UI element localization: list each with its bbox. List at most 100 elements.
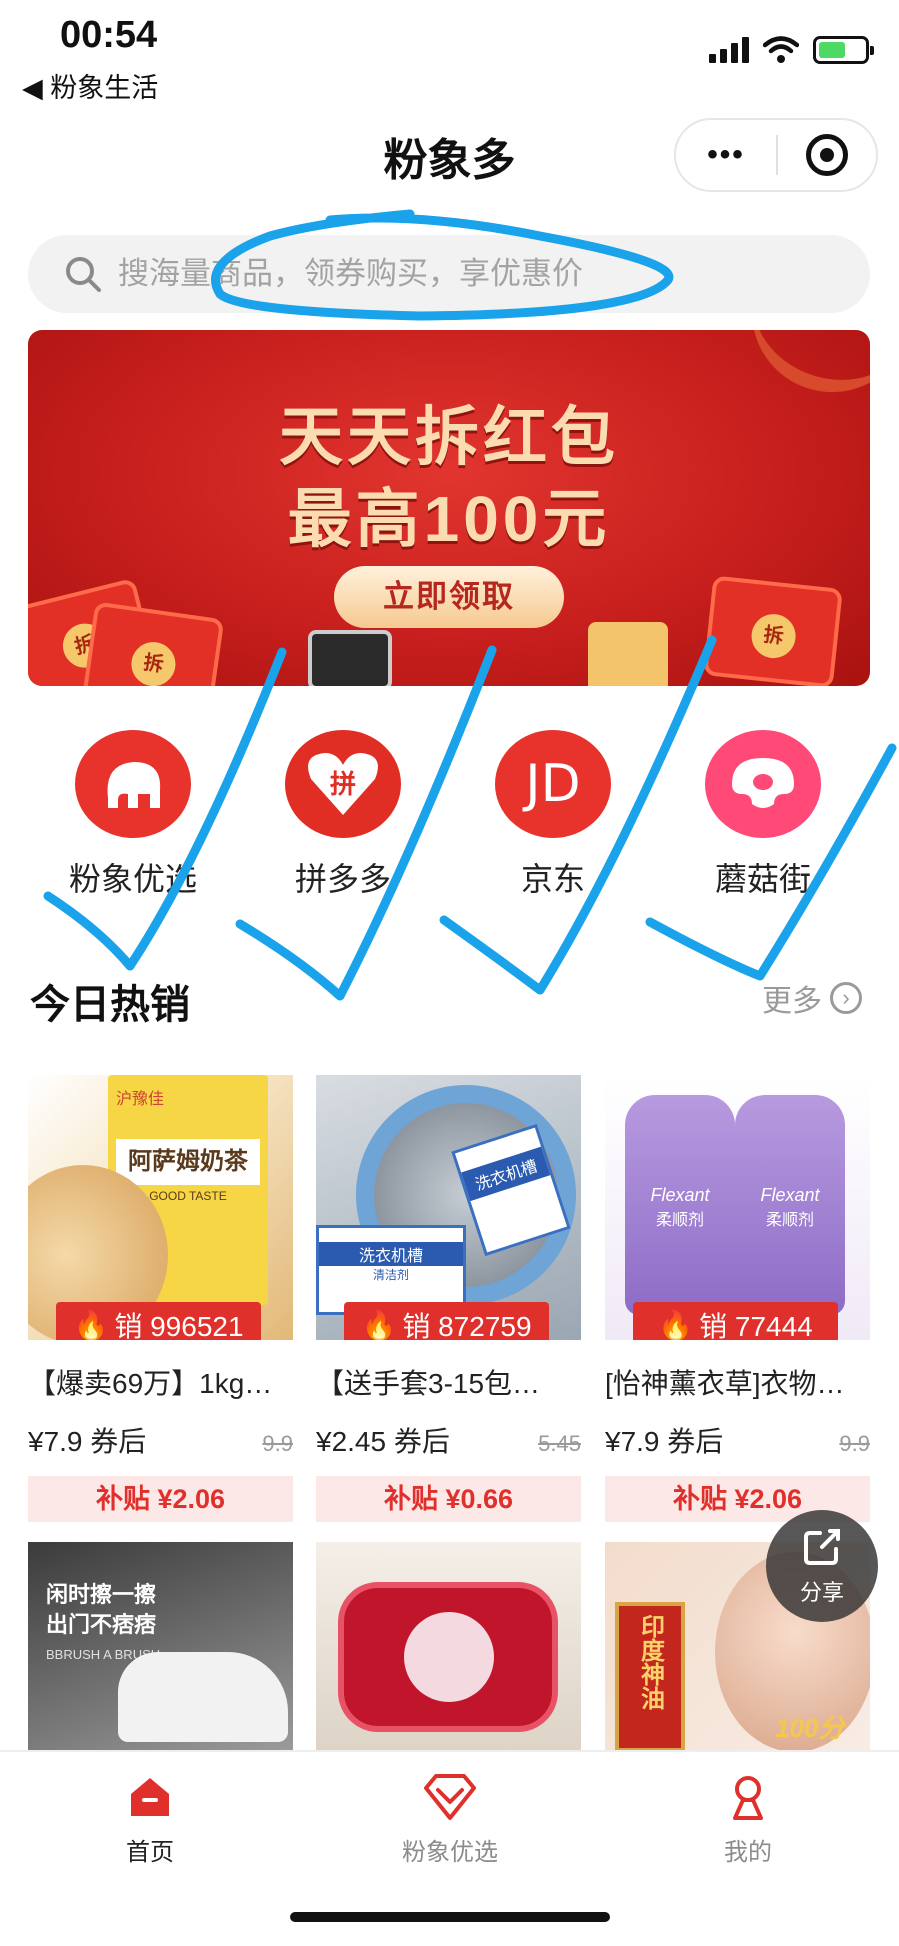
red-envelope-left2: 拆 (81, 601, 225, 686)
coupon-price: ¥2.45 券后 (316, 1426, 450, 1457)
cellular-signal-icon (709, 37, 749, 63)
product-title: 【爆卖69万】1kg… (28, 1368, 273, 1399)
wifi-icon (763, 36, 799, 63)
envelope-seal-icon: 拆 (128, 639, 179, 686)
bottle-brand: Flexant (760, 1185, 820, 1205)
miniapp-capsule: ••• (674, 118, 878, 192)
flame-icon: 🔥 (361, 1309, 397, 1341)
platform-mogujie[interactable]: 蘑菇街 (658, 730, 868, 900)
claim-now-button[interactable]: 立即领取 (334, 566, 564, 628)
platform-label: 拼多多 (294, 861, 391, 897)
more-label: 更多 (762, 985, 822, 1018)
bottle-illustration: Flexant 柔顺剂 (735, 1095, 845, 1315)
sneaker-illustration (118, 1652, 288, 1742)
product-image-line1: 闲时擦一擦 (46, 1582, 157, 1607)
product-image-line2: 出门不痞痞 (46, 1612, 157, 1637)
tab-home[interactable]: 首页 (50, 1772, 250, 1867)
coupon-price: ¥7.9 券后 (28, 1426, 147, 1457)
back-to-app-link[interactable]: ◀ 粉象生活 (22, 66, 158, 105)
platform-label: 粉象优选 (68, 861, 197, 897)
product-card[interactable]: 闲时擦一擦 出门不痞痞 BBRUSH A BRUSH (28, 1542, 293, 1752)
sales-count: 销 996521 (114, 1311, 244, 1340)
home-icon (131, 1778, 169, 1816)
phone-illustration (308, 630, 392, 686)
oil-bottle-label: 印度神油 (636, 1614, 664, 1710)
banner-title-line1: 天天拆红包 (279, 401, 619, 473)
subsidy-tag: 补贴 ¥0.66 (316, 1476, 581, 1522)
home-indicator (290, 1912, 610, 1922)
platform-fenxiang[interactable]: 粉象优选 (28, 730, 238, 900)
product-title: [怡神薰衣草]衣物… (605, 1368, 845, 1399)
seat-cushion-illustration (338, 1582, 558, 1732)
pinduoduo-heart-icon: 拼 (285, 730, 401, 838)
product-card[interactable] (316, 1542, 581, 1752)
sales-count: 销 872759 (402, 1311, 532, 1340)
sales-badge: 🔥 销 872759 (344, 1302, 549, 1340)
platform-label: 蘑菇街 (714, 861, 811, 897)
more-link[interactable]: 更多 › (762, 976, 862, 1020)
pack-title-text: 阿萨姆奶茶 (116, 1139, 260, 1185)
sales-badge: 🔥 销 996521 (56, 1302, 261, 1340)
promo-banner[interactable]: 天天拆红包 最高100元 立即领取 拆 拆 拆 (28, 330, 870, 686)
mushroom-icon (705, 730, 821, 838)
original-price: 5.45 (538, 1431, 581, 1456)
flame-icon: 🔥 (658, 1309, 694, 1341)
tab-fenxiang-select[interactable]: 粉象优选 (350, 1772, 550, 1867)
oil-bottle-illustration: 印度神油 (615, 1602, 685, 1752)
status-time: 00:54 (60, 14, 158, 56)
tab-mine[interactable]: 我的 (648, 1772, 848, 1867)
sales-count: 销 77444 (699, 1311, 813, 1340)
pinduoduo-glyph: 拼 (330, 770, 356, 800)
subsidy-tag: 补贴 ¥2.06 (28, 1476, 293, 1522)
sales-badge: 🔥 销 77444 (633, 1302, 838, 1340)
product-image: 沪豫佳 阿萨姆奶茶 GOOD TASTE 🔥 销 996521 (28, 1075, 293, 1340)
section-title-hot-sales: 今日热销 (30, 983, 190, 1027)
bag-illustration (588, 622, 668, 686)
flame-icon: 🔥 (73, 1309, 109, 1341)
product-card[interactable]: 沪豫佳 阿萨姆奶茶 GOOD TASTE 🔥 销 996521 【爆卖69万】1k… (28, 1075, 293, 1522)
user-icon (733, 1776, 763, 1820)
tab-label: 我的 (724, 1839, 772, 1866)
search-input[interactable] (118, 256, 818, 292)
battery-icon (813, 36, 874, 64)
share-icon (804, 1529, 840, 1565)
packet-sublabel: 清洁剂 (372, 1268, 409, 1282)
product-title: 【送手套3-15包… (316, 1368, 541, 1399)
price-row: ¥2.45 券后 5.45 (316, 1420, 581, 1460)
original-price: 9.9 (839, 1431, 870, 1456)
platform-jd[interactable]: JD 京东 (448, 730, 658, 900)
jd-icon: JD (495, 730, 611, 838)
status-bar: 00:54 ◀ 粉象生活 (0, 0, 899, 110)
status-icons (709, 36, 874, 64)
packet-label: 洗衣机槽 (461, 1146, 551, 1202)
score-badge: 100分 (775, 1713, 845, 1743)
original-price: 9.9 (262, 1431, 293, 1456)
chevron-right-icon: › (830, 982, 862, 1014)
price-row: ¥7.9 券后 9.9 (28, 1420, 293, 1460)
search-bar[interactable] (28, 235, 870, 313)
banner-title-line2: 最高100元 (287, 483, 611, 555)
share-label: 分享 (799, 1580, 844, 1605)
bottle-brand: Flexant (650, 1185, 710, 1205)
brand-text: 沪豫佳 (116, 1091, 165, 1108)
product-card[interactable]: Flexant 柔顺剂 Flexant 柔顺剂 🔥 销 77444 [怡神薰衣草]… (605, 1075, 870, 1522)
platform-grid: 粉象优选 拼 拼多多 JD 京东 蘑菇街 (28, 730, 870, 900)
diamond-icon (424, 1774, 476, 1820)
coupon-price: ¥7.9 券后 (605, 1426, 724, 1457)
banner-title: 天天拆红包 最高100元 (28, 396, 870, 560)
envelope-seal-icon: 拆 (749, 611, 798, 661)
more-options-button[interactable]: ••• (676, 138, 776, 172)
tab-label: 首页 (126, 1839, 174, 1866)
product-image: Flexant 柔顺剂 Flexant 柔顺剂 🔥 销 77444 (605, 1075, 870, 1340)
tab-label: 粉象优选 (402, 1839, 498, 1866)
bottle-illustration: Flexant 柔顺剂 (625, 1095, 735, 1315)
red-envelope-right: 拆 (703, 575, 843, 686)
price-row: ¥7.9 券后 9.9 (605, 1420, 870, 1460)
platform-label: 京东 (520, 861, 585, 897)
bottle-label: 柔顺剂 (655, 1212, 704, 1229)
close-miniapp-button[interactable] (778, 134, 876, 176)
platform-pinduoduo[interactable]: 拼 拼多多 (238, 730, 448, 900)
product-card[interactable]: 洗衣机槽 洗衣机槽 清洁剂 🔥 销 872759 【送手套3-15包… ¥2.45… (316, 1075, 581, 1522)
share-button[interactable]: 分享 (766, 1510, 878, 1622)
target-icon (805, 134, 848, 176)
